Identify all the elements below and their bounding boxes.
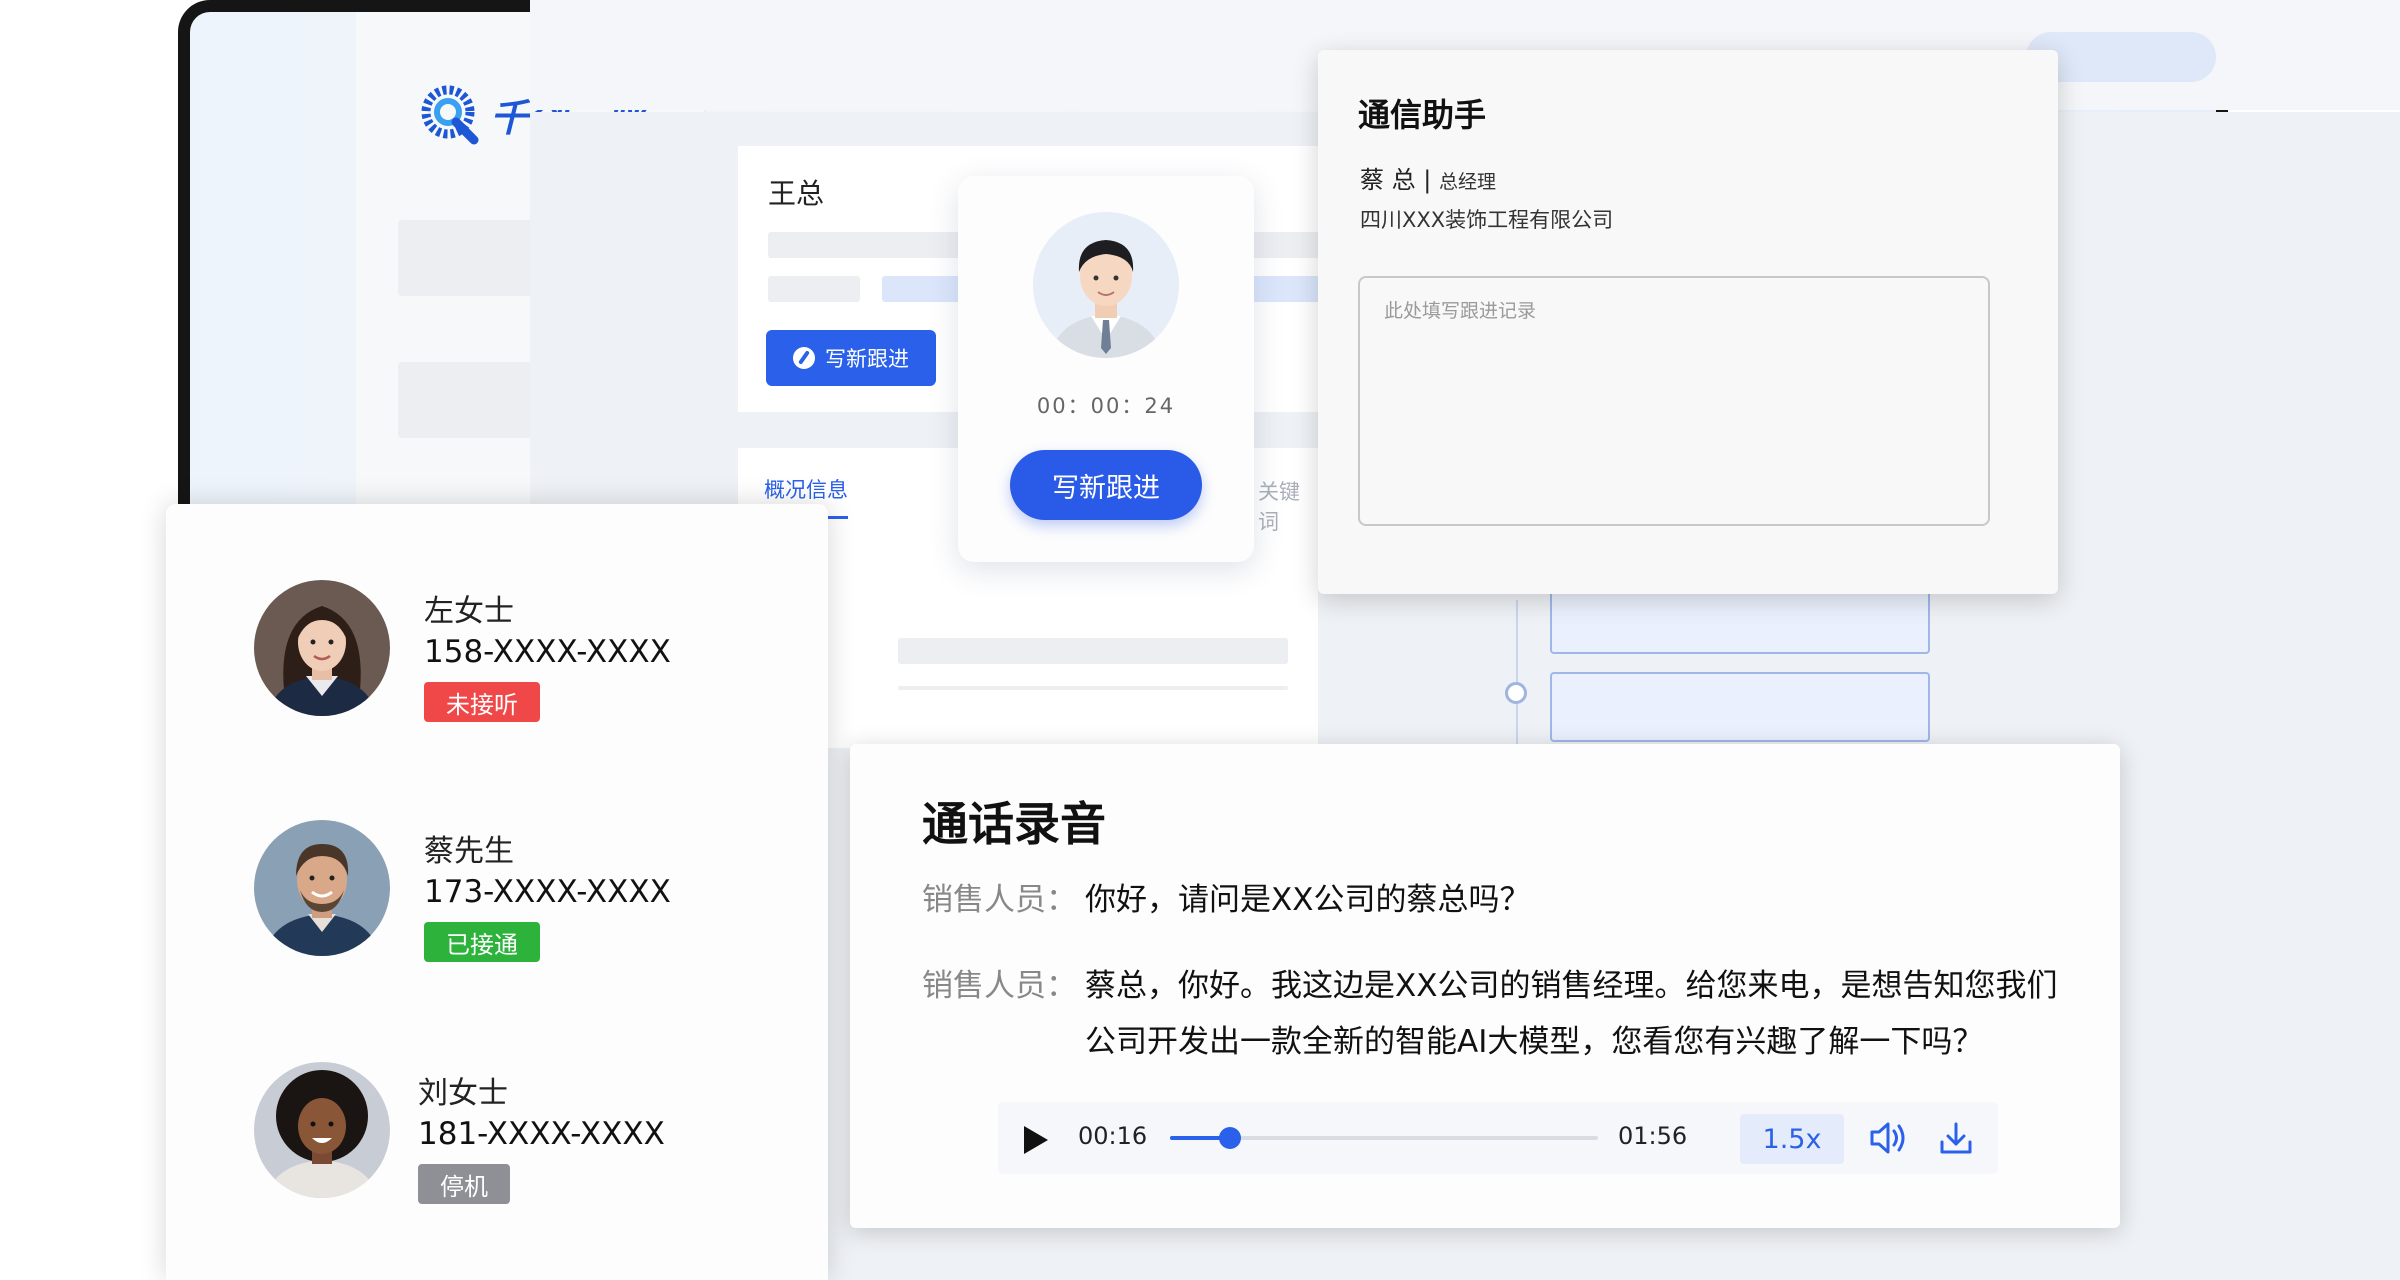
- progress-thumb[interactable]: [1218, 1127, 1241, 1149]
- contact-phone: 181-XXXX-XXXX: [418, 1116, 665, 1152]
- timeline-dot: [1505, 682, 1527, 704]
- list-item[interactable]: 蔡先生 173-XXXX-XXXX 已接通: [254, 820, 794, 962]
- contact-phone: 158-XXXX-XXXX: [424, 634, 671, 670]
- contact-name: 左女士: [424, 594, 514, 629]
- call-timer: 00：00：24: [1036, 394, 1176, 418]
- contact-phone: 173-XXXX-XXXX: [424, 874, 671, 910]
- list-item[interactable]: 左女士 158-XXXX-XXXX 未接听: [254, 580, 794, 722]
- caller-avatar: [1033, 212, 1179, 358]
- tab-keywords[interactable]: 关键词: [1258, 476, 1318, 536]
- timeline-line: [1516, 600, 1518, 750]
- write-follow-up-label: 写新跟进: [825, 347, 909, 371]
- transcript-text: 你好，请问是XX公司的蔡总吗？: [1085, 882, 1531, 918]
- volume-icon[interactable]: [1868, 1120, 1908, 1156]
- download-icon[interactable]: [1938, 1120, 1974, 1156]
- contact-list: 左女士 158-XXXX-XXXX 未接听 蔡先生 173-XXXX-XXXX …: [166, 504, 828, 1280]
- transcript-speaker: 销售人员：: [922, 882, 1077, 918]
- play-icon[interactable]: [1024, 1126, 1048, 1154]
- timeline-entry: [1550, 672, 1930, 742]
- call-write-follow-up-button[interactable]: 写新跟进: [1010, 450, 1202, 520]
- contact-name: 蔡先生: [424, 834, 514, 869]
- contact-role: 总经理: [1439, 171, 1497, 193]
- progress-slider[interactable]: [1170, 1127, 1598, 1149]
- write-follow-up-button[interactable]: 写新跟进: [766, 330, 936, 386]
- contact-company: 四川XXX装饰工程有限公司: [1360, 208, 1614, 232]
- duration-time: 01:56: [1618, 1122, 1688, 1150]
- contact-name: 蔡 总: [1360, 166, 1416, 194]
- playback-speed-button[interactable]: 1.5x: [1740, 1114, 1844, 1164]
- audio-player: 00:16 01:56 1.5x: [998, 1102, 1998, 1174]
- customer-name: 王总: [768, 177, 825, 210]
- call-recording-card: 通话录音 销售人员： 你好，请问是XX公司的蔡总吗？ 销售人员： 蔡总，你好。我…: [850, 744, 2120, 1228]
- placeholder-bar: [898, 638, 1288, 664]
- assistant-contact: 蔡 总 | 总经理: [1360, 160, 1496, 195]
- status-badge: 已接通: [424, 922, 540, 962]
- avatar: [254, 580, 390, 716]
- communication-assistant-panel: 通信助手 蔡 总 | 总经理 四川XXX装饰工程有限公司: [1318, 50, 2058, 594]
- call-popup: 00：00：24 写新跟进: [958, 176, 1254, 562]
- status-badge: 停机: [418, 1164, 510, 1204]
- avatar: [254, 820, 390, 956]
- assistant-title: 通信助手: [1358, 96, 1487, 134]
- status-badge: 未接听: [424, 682, 540, 722]
- recording-title: 通话录音: [922, 797, 1106, 851]
- avatar: [254, 1062, 390, 1198]
- transcript-text: 蔡总，你好。我这边是XX公司的销售经理。给您来电，是想告知您我们公司开发出一款全…: [1085, 968, 2058, 1060]
- contact-separator: |: [1423, 166, 1432, 194]
- transcript-line: 销售人员： 你好，请问是XX公司的蔡总吗？: [922, 872, 2082, 928]
- contact-name: 刘女士: [418, 1076, 508, 1111]
- transcript-line: 销售人员： 蔡总，你好。我这边是XX公司的销售经理。给您来电，是想告知您我们公司…: [922, 958, 2082, 1070]
- placeholder-bar: [768, 276, 860, 302]
- current-time: 00:16: [1078, 1122, 1148, 1150]
- divider: [898, 686, 1288, 690]
- transcript-speaker: 销售人员：: [922, 968, 1077, 1004]
- pen-icon: [793, 347, 815, 369]
- timeline-entry: [1550, 584, 1930, 654]
- logo-q-icon: [416, 78, 488, 150]
- list-item[interactable]: 刘女士 181-XXXX-XXXX 停机: [254, 1062, 794, 1204]
- follow-up-notes-input[interactable]: [1358, 276, 1990, 526]
